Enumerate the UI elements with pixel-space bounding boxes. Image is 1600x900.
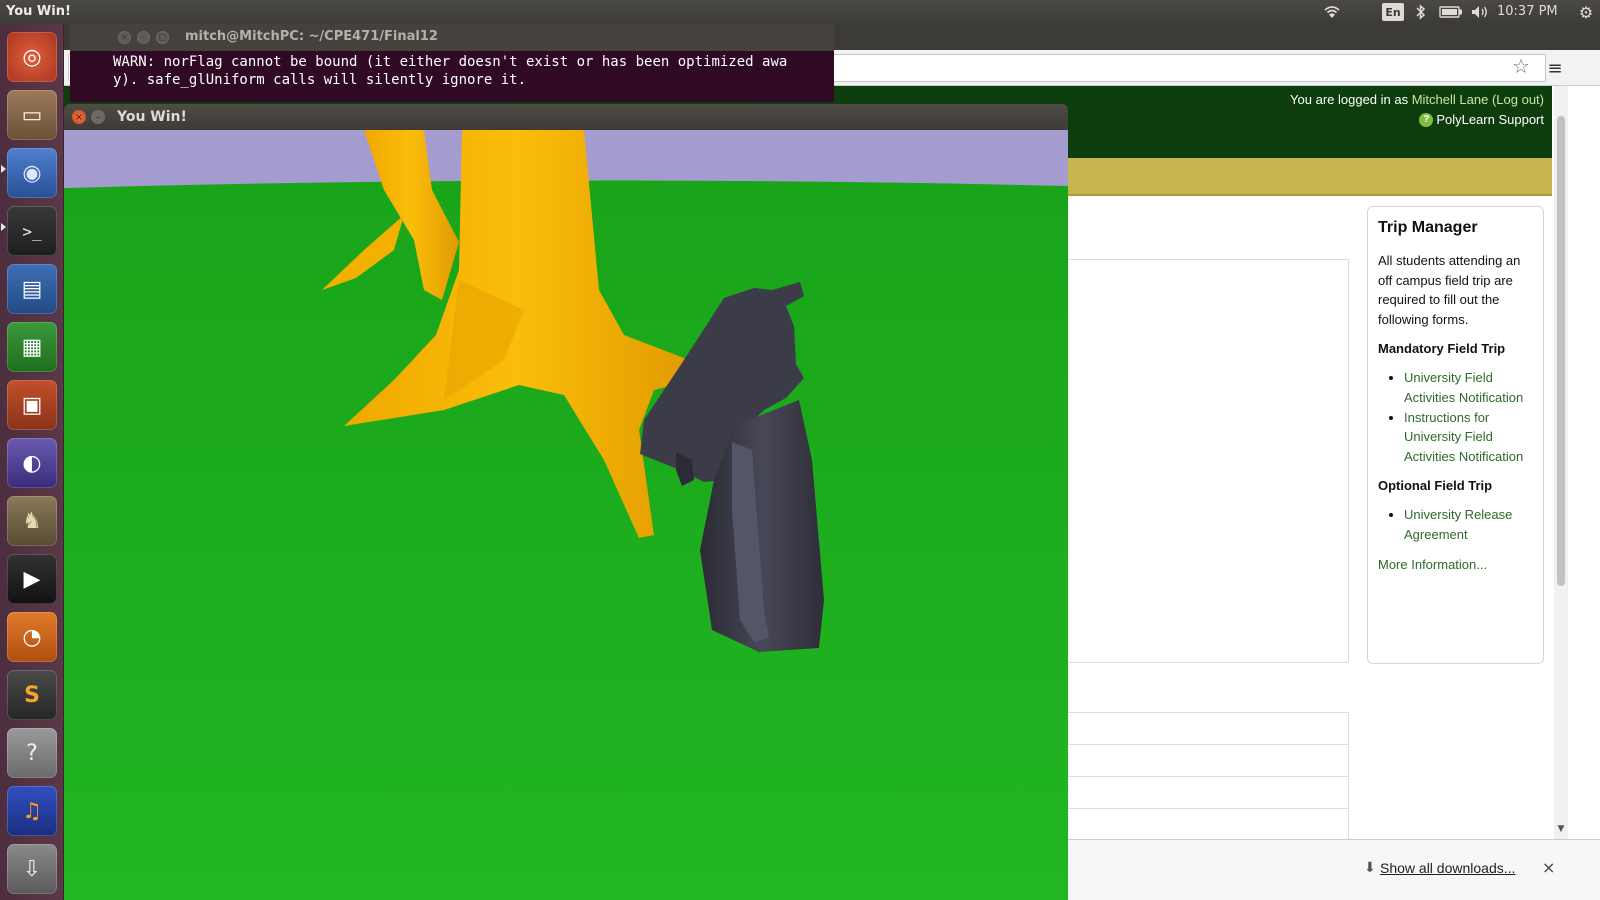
close-downloads-button[interactable]: × [1542, 858, 1555, 877]
terminal-line: WARN: norFlag cannot be bound (it either… [113, 54, 788, 70]
optional-links: University Release Agreement [1404, 505, 1533, 544]
ubuntu-dash-icon[interactable]: ◎ [7, 32, 57, 82]
terminal-maximize-button[interactable]: □ [156, 31, 169, 44]
help-circle-icon: ? [1419, 112, 1434, 127]
game-close-button[interactable]: × [72, 110, 86, 124]
calc-icon[interactable]: ▦ [7, 322, 57, 372]
top-panel: You Win! En 10:37 PM ⚙ [0, 0, 1600, 24]
scroll-down-arrow-icon[interactable]: ▼ [1554, 824, 1568, 836]
keyboard-layout-indicator[interactable]: En [1382, 3, 1404, 21]
bookmark-star-icon[interactable]: ☆ [1512, 54, 1530, 78]
show-all-downloads-link[interactable]: Show all downloads... [1380, 860, 1515, 876]
installer-icon[interactable]: ⇩ [7, 844, 57, 894]
instructions-link[interactable]: Instructions for University Field Activi… [1404, 410, 1523, 464]
table-row [1067, 808, 1349, 841]
terminal-line: y). safe_glUniform calls will silently i… [113, 72, 527, 88]
optional-heading: Optional Field Trip [1378, 478, 1493, 494]
help-icon[interactable]: ? [7, 728, 57, 778]
login-info: You are logged in as Mitchell Lane (Log … [1290, 92, 1544, 107]
audacity-icon[interactable]: ♫ [7, 786, 57, 836]
more-information-link[interactable]: More Information... [1378, 557, 1533, 572]
table-row [1067, 712, 1349, 745]
list-item: Instructions for University Field Activi… [1404, 408, 1533, 467]
bluetooth-icon[interactable] [1414, 3, 1428, 21]
trip-manager-title: Trip Manager [1378, 219, 1478, 236]
writer-icon[interactable]: ▤ [7, 264, 57, 314]
mandatory-links: University Field Activities Notification… [1404, 368, 1533, 466]
game-scene [64, 130, 1068, 900]
browser-menu-icon[interactable]: ≡ [1544, 54, 1566, 82]
content-panel [1067, 259, 1349, 663]
clock[interactable]: 10:37 PM [1497, 4, 1558, 19]
support-label: PolyLearn Support [1436, 112, 1544, 127]
page-scrollbar[interactable] [1554, 86, 1568, 864]
game-canvas[interactable] [64, 130, 1068, 900]
terminal-window[interactable]: × – □ mitch@MitchPC: ~/CPE471/Final12 WA… [70, 24, 834, 102]
terminal-minimize-button[interactable]: – [137, 31, 150, 44]
logout-link[interactable]: (Log out) [1492, 92, 1544, 107]
release-agreement-link[interactable]: University Release Agreement [1404, 507, 1512, 542]
media-player-icon[interactable]: ▶ [7, 554, 57, 604]
running-indicator [1, 223, 6, 231]
table-row [1067, 744, 1349, 777]
game-app-icon[interactable]: ♞ [7, 496, 57, 546]
trip-manager-description: All students attending an off campus fie… [1378, 253, 1521, 327]
table-row [1067, 776, 1349, 809]
trip-manager-block: Trip Manager All students attending an o… [1367, 206, 1544, 664]
launcher: ◎ ▭ ◉ >_ ▤ ▦ ▣ ◐ ♞ ▶ ◔ S ? ♫ ⇩ [0, 24, 64, 900]
terminal-titlebar[interactable]: × – □ mitch@MitchPC: ~/CPE471/Final12 [70, 24, 834, 51]
wifi-icon[interactable] [1322, 3, 1342, 21]
file-manager-icon[interactable]: ▭ [7, 90, 57, 140]
support-link[interactable]: ? PolyLearn Support [1419, 112, 1544, 127]
sublime-text-icon[interactable]: S [7, 670, 57, 720]
terminal-output[interactable]: WARN: norFlag cannot be bound (it either… [113, 53, 833, 89]
terminal-title: mitch@MitchPC: ~/CPE471/Final12 [185, 29, 438, 44]
field-activities-notification-link[interactable]: University Field Activities Notification [1404, 370, 1523, 405]
volume-icon[interactable] [1470, 3, 1492, 21]
list-item: University Field Activities Notification [1404, 368, 1533, 407]
eclipse-icon[interactable]: ◐ [7, 438, 57, 488]
scroll-thumb[interactable] [1557, 116, 1565, 586]
terminal-icon[interactable]: >_ [7, 206, 57, 256]
login-prefix: You are logged in as [1290, 92, 1412, 107]
game-title: You Win! [117, 109, 187, 125]
terminal-close-button[interactable]: × [118, 31, 131, 44]
user-profile-link[interactable]: Mitchell Lane [1412, 92, 1489, 107]
battery-icon[interactable] [1438, 3, 1464, 21]
mandatory-heading: Mandatory Field Trip [1378, 341, 1506, 357]
blender-icon[interactable]: ◔ [7, 612, 57, 662]
gear-icon[interactable]: ⚙ [1576, 3, 1596, 22]
game-titlebar[interactable]: × – You Win! [64, 104, 1068, 130]
chromium-browser-icon[interactable]: ◉ [7, 148, 57, 198]
keyboard-layout-label: En [1385, 5, 1401, 19]
game-window[interactable]: × – You Win! [64, 104, 1068, 900]
active-window-title: You Win! [6, 4, 71, 19]
game-minimize-button[interactable]: – [91, 110, 105, 124]
download-arrow-icon: ⬇ [1364, 860, 1376, 876]
list-item: University Release Agreement [1404, 505, 1533, 544]
running-indicator [1, 165, 6, 173]
impress-icon[interactable]: ▣ [7, 380, 57, 430]
